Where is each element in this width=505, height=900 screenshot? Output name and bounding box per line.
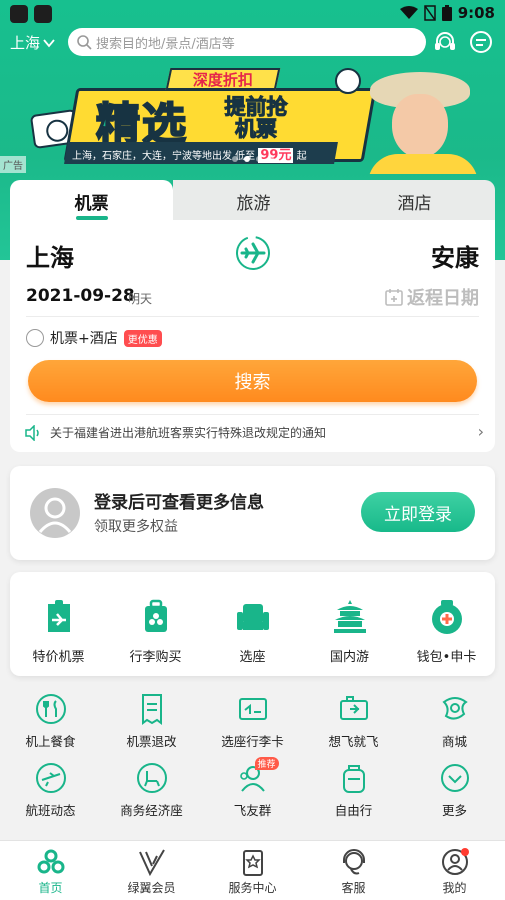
banner-subheadline: 提前抢 机票 — [224, 95, 288, 141]
service-seat[interactable]: 选座 — [204, 572, 301, 676]
service-meal[interactable]: 机上餐食 — [0, 690, 101, 759]
nav-profile[interactable]: 我的 — [404, 841, 505, 900]
departure-date[interactable]: 2021-09-28 — [26, 286, 135, 306]
wifi-icon — [399, 6, 418, 19]
pagination-dot-active — [243, 156, 250, 162]
city-selector[interactable]: 上海 — [10, 32, 55, 53]
notice-bar[interactable]: 关于福建省进出港航班客票实行特殊退改规定的通知 › — [24, 422, 484, 441]
search-icon — [77, 35, 92, 50]
service-flight-status[interactable]: 航班动态 — [0, 759, 101, 828]
notification-icon — [10, 5, 28, 23]
seat-card-icon — [238, 698, 267, 720]
service-free-travel[interactable]: 自由行 — [303, 759, 404, 828]
login-button[interactable]: 立即登录 — [361, 492, 475, 532]
swap-plane-icon[interactable] — [234, 234, 272, 272]
recommend-badge: 推荐 — [254, 757, 279, 770]
divider — [26, 414, 479, 415]
service-fly-anytime[interactable]: 想飞就飞 — [303, 690, 404, 759]
speaker-icon — [25, 424, 39, 441]
pagination-dot — [231, 156, 238, 162]
signal-off-icon — [423, 5, 436, 21]
login-subtitle: 领取更多权益 — [94, 519, 178, 535]
temple-icon — [333, 600, 366, 633]
combo-label: 机票+酒店 — [50, 331, 118, 347]
fly-ticket-icon — [339, 696, 368, 720]
chevron-down-icon — [43, 38, 55, 47]
divider — [26, 316, 479, 317]
service-special-flight[interactable]: 特价机票 — [10, 572, 107, 676]
return-date[interactable]: 返程日期 — [385, 284, 479, 310]
notification-dot — [460, 848, 469, 856]
boarding-pass-icon — [47, 600, 70, 632]
message-icon[interactable] — [468, 29, 494, 55]
departure-city[interactable]: 上海 — [26, 238, 74, 273]
clock-illustration — [335, 68, 361, 94]
battery-icon — [441, 5, 452, 21]
service-seat-luggage-card[interactable]: 选座行李卡 — [202, 690, 303, 759]
tab-hotel[interactable]: 酒店 — [334, 180, 495, 222]
service-flyer-group[interactable]: 飞友群 推荐 — [202, 757, 303, 828]
booking-card: 上海 安康 2021-09-28 明天 返程日期 机票+酒店 更优惠 搜索 关于… — [10, 220, 495, 452]
calendar-add-icon — [385, 289, 403, 306]
service-center-icon — [242, 850, 263, 876]
departure-day: 明天 — [128, 292, 153, 306]
search-button[interactable]: 搜索 — [28, 360, 477, 402]
customer-service-icon — [342, 849, 365, 875]
service-more[interactable]: 更多 — [404, 759, 505, 828]
login-title: 登录后可查看更多信息 — [94, 493, 264, 513]
banner-pagination — [0, 156, 505, 162]
avatar — [30, 488, 80, 538]
secondary-services: 机上餐食 机票退改 选座行李卡 想飞就飞 商城 航班动态 商务经济座 飞友群 推… — [0, 690, 505, 828]
login-card: 登录后可查看更多信息 领取更多权益 立即登录 — [10, 466, 495, 560]
nav-member[interactable]: 绿翼会员 — [101, 841, 202, 900]
flight-hotel-option[interactable]: 机票+酒店 更优惠 — [26, 328, 162, 348]
search-row: 上海 搜索目的地/景点/酒店等 — [0, 28, 505, 58]
radio-button[interactable] — [26, 329, 44, 347]
service-mall[interactable]: 商城 — [404, 690, 505, 759]
luggage-icon — [144, 599, 167, 632]
service-refund[interactable]: 机票退改 — [101, 690, 202, 759]
service-luggage[interactable]: 行李购买 — [107, 572, 204, 676]
chevron-right-icon: › — [477, 422, 484, 441]
search-placeholder: 搜索目的地/景点/酒店等 — [96, 36, 235, 52]
bottom-nav: 首页 绿翼会员 服务中心 客服 我的 — [0, 840, 505, 900]
model-face — [392, 94, 448, 158]
headset-icon[interactable] — [432, 29, 458, 55]
service-domestic-tour[interactable]: 国内游 — [301, 572, 398, 676]
promo-badge: 更优惠 — [123, 329, 162, 347]
flight-status-icon — [35, 763, 66, 793]
nav-service-center[interactable]: 服务中心 — [202, 841, 303, 900]
refund-icon — [141, 694, 162, 725]
booking-tabs: 机票 旅游 酒店 — [10, 180, 495, 222]
tab-travel[interactable]: 旅游 — [173, 180, 334, 222]
seat-icon — [236, 604, 269, 630]
wallet-icon — [431, 600, 462, 634]
home-icon — [37, 849, 64, 874]
meal-icon — [35, 694, 66, 724]
backpack-icon — [342, 765, 365, 793]
default-avatar-icon — [38, 497, 72, 533]
service-wallet[interactable]: 钱包•申卡 — [398, 572, 495, 676]
status-bar: 9:08 — [0, 0, 505, 28]
nav-customer-service[interactable]: 客服 — [303, 841, 404, 900]
search-input[interactable]: 搜索目的地/景点/酒店等 — [68, 28, 426, 56]
pagination-dot — [267, 156, 274, 162]
arrival-city[interactable]: 安康 — [431, 238, 479, 273]
banner-tag: 深度折扣 — [165, 68, 281, 90]
primary-services: 特价机票 行李购买 选座 国内游 钱包•申卡 — [10, 572, 495, 676]
notification-icon — [34, 5, 52, 23]
notice-text: 关于福建省进出港航班客票实行特殊退改规定的通知 — [50, 426, 327, 440]
pagination-dot — [255, 156, 262, 162]
service-business-economy[interactable]: 商务经济座 — [101, 759, 202, 828]
business-seat-icon — [136, 763, 167, 793]
member-icon — [138, 849, 165, 877]
nav-home[interactable]: 首页 — [0, 841, 101, 900]
city-label: 上海 — [10, 34, 41, 52]
mall-icon — [441, 697, 468, 720]
more-icon — [440, 764, 469, 792]
status-time: 9:08 — [457, 4, 495, 22]
